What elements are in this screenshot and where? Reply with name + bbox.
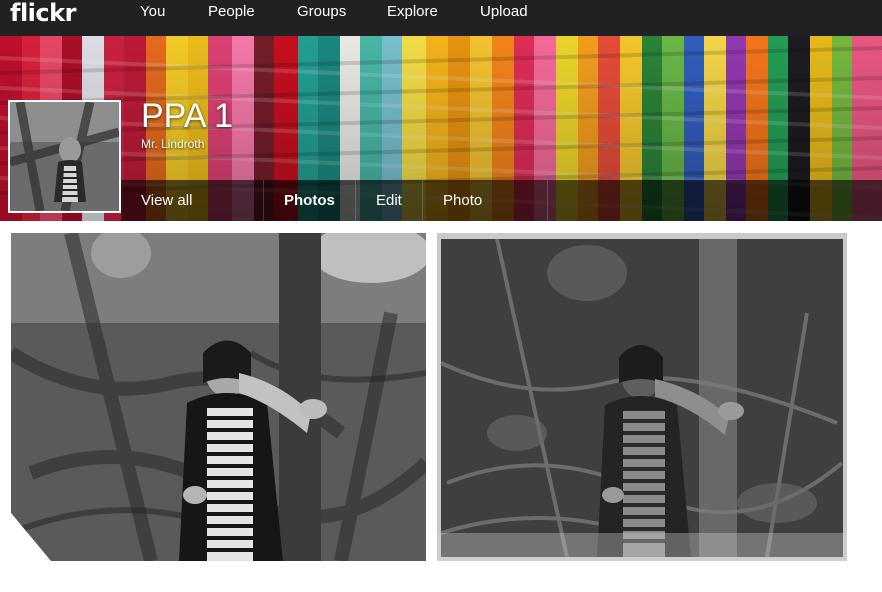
photo-negative-scan[interactable] xyxy=(437,233,847,561)
album-title: PPA 1 xyxy=(141,97,233,135)
album-subnav: View all albums Photos Edit Photo Books xyxy=(121,180,882,221)
photo-positive-print[interactable] xyxy=(11,233,426,561)
positive-photo-image xyxy=(11,233,426,561)
subnav-edit[interactable]: Edit xyxy=(356,180,423,221)
subnav-photos[interactable]: Photos xyxy=(264,180,356,221)
nav-people[interactable]: People xyxy=(208,0,255,26)
nav-upload[interactable]: Upload xyxy=(480,0,528,26)
album-cover-image: PPA 1 Mr. Lindroth View all albums Photo… xyxy=(0,36,882,221)
album-owner-name[interactable]: Mr. Lindroth xyxy=(141,137,204,151)
subnav-view-all-albums[interactable]: View all albums xyxy=(121,180,264,221)
nav-you[interactable]: You xyxy=(140,0,165,26)
album-thumbnail-avatar[interactable] xyxy=(8,100,121,213)
negative-photo-image xyxy=(437,233,847,561)
nav-groups[interactable]: Groups xyxy=(297,0,346,26)
subnav-photo-books[interactable]: Photo Books xyxy=(423,180,548,221)
avatar-photo xyxy=(10,102,119,211)
top-navigation-bar: flickr You People Groups Explore Upload xyxy=(0,0,882,36)
nav-explore[interactable]: Explore xyxy=(387,0,438,26)
flickr-logo[interactable]: flickr xyxy=(10,0,76,36)
